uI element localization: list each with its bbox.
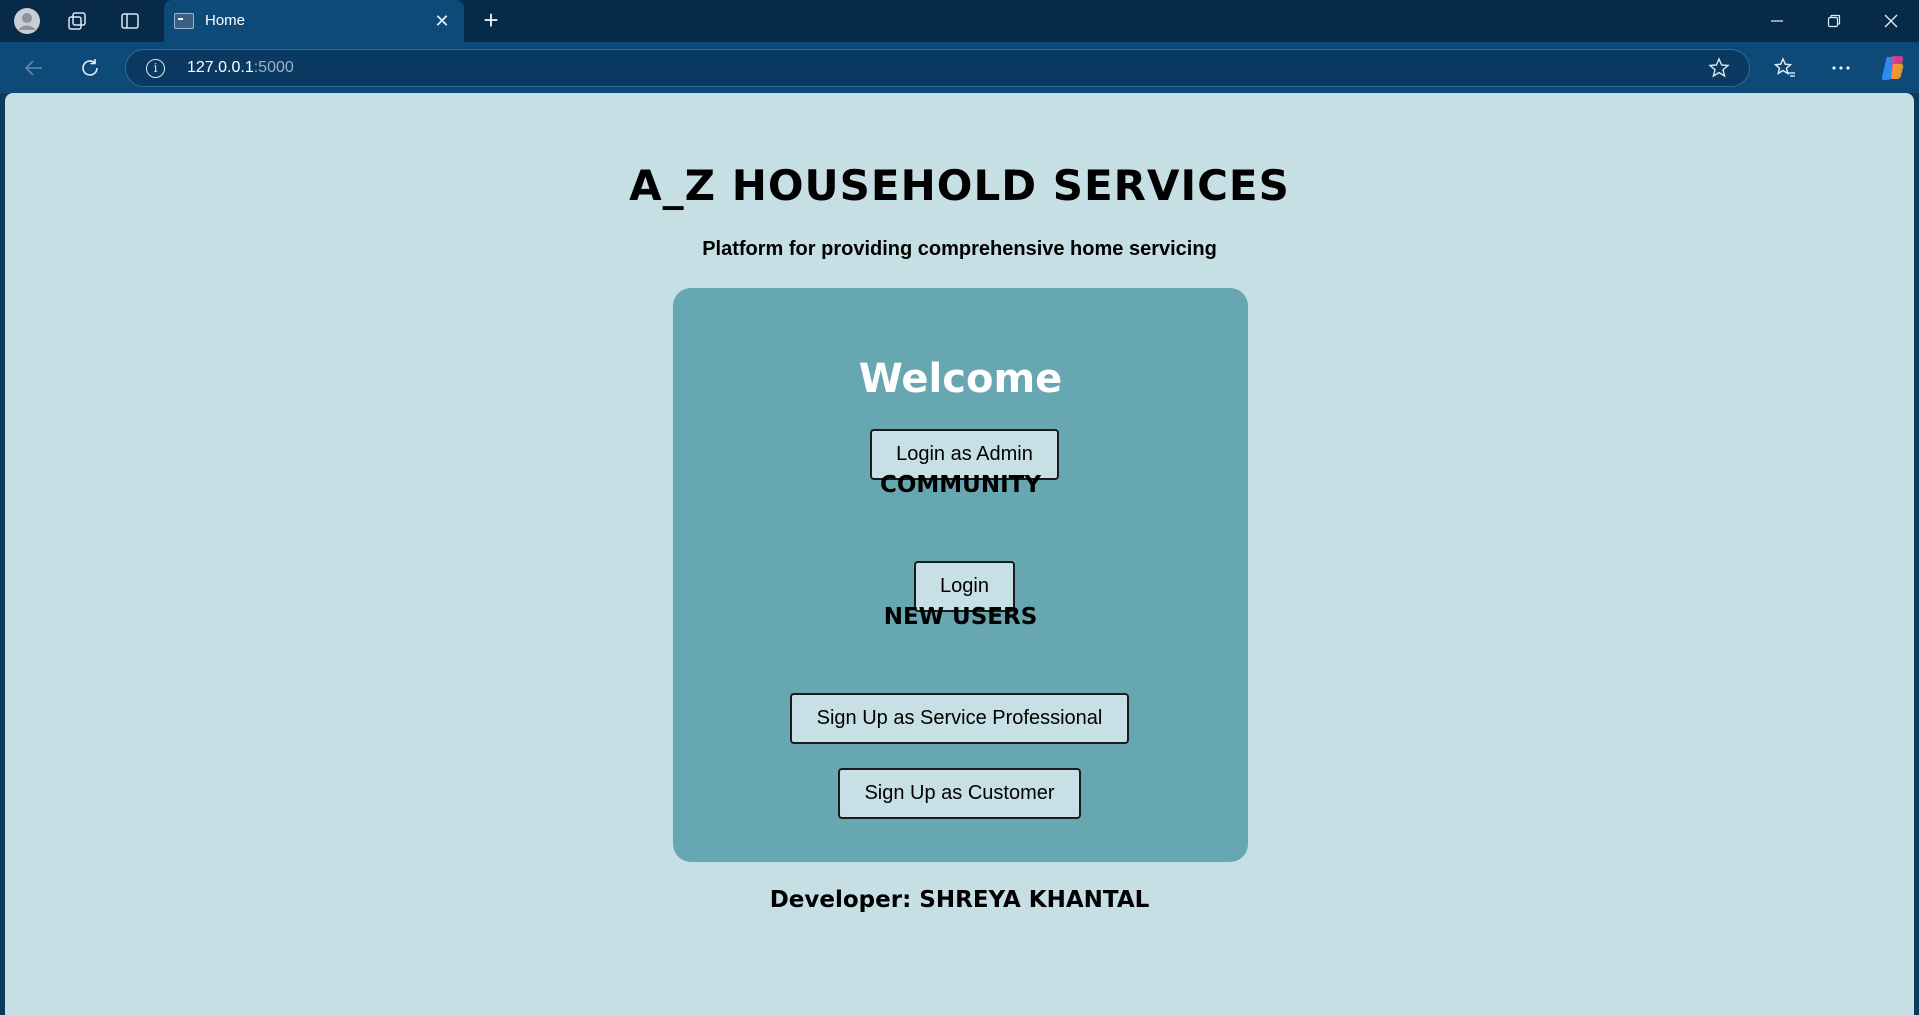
more-icon[interactable] xyxy=(1827,54,1855,82)
favorite-star-icon[interactable] xyxy=(1707,56,1731,80)
url-text: 127.0.0.1:5000 xyxy=(187,59,294,77)
tab-home[interactable]: Home ✕ xyxy=(164,0,464,42)
url-host: 127.0.0.1 xyxy=(187,59,254,76)
sign-up-customer-button[interactable]: Sign Up as Customer xyxy=(838,768,1081,819)
window-close-icon[interactable] xyxy=(1876,8,1906,34)
close-icon[interactable]: ✕ xyxy=(432,11,452,31)
address-bar[interactable]: i 127.0.0.1:5000 xyxy=(125,49,1750,87)
profile-icon[interactable] xyxy=(14,8,40,34)
page-favicon-icon xyxy=(174,13,194,29)
tab-bar: Home ✕ + xyxy=(0,0,1919,42)
page-title: A_Z HOUSEHOLD SERVICES xyxy=(629,161,1290,210)
tab-title: Home xyxy=(205,12,246,29)
back-icon[interactable] xyxy=(20,54,48,82)
tab-actions-icon[interactable] xyxy=(117,8,143,34)
minimize-icon[interactable] xyxy=(1762,8,1792,34)
page-viewport: A_Z HOUSEHOLD SERVICES Platform for prov… xyxy=(5,93,1914,1015)
page-subtitle: Platform for providing comprehensive hom… xyxy=(702,238,1217,260)
workspaces-icon[interactable] xyxy=(64,8,90,34)
community-heading: COMMUNITY xyxy=(879,472,1042,498)
restore-icon[interactable] xyxy=(1819,8,1849,34)
new-tab-icon[interactable]: + xyxy=(478,7,504,34)
refresh-icon[interactable] xyxy=(76,54,104,82)
favorites-icon[interactable] xyxy=(1771,54,1799,82)
copilot-icon[interactable] xyxy=(1879,54,1907,82)
new-users-heading: NEW USERS xyxy=(883,604,1038,630)
sign-up-service-professional-button[interactable]: Sign Up as Service Professional xyxy=(790,693,1129,744)
welcome-card: Welcome Login as Admin COMMUNITY Login N… xyxy=(673,288,1248,862)
info-icon[interactable]: i xyxy=(146,59,165,78)
browser-toolbar: i 127.0.0.1:5000 xyxy=(0,42,1919,93)
developer-credit: Developer: SHREYA KHANTAL xyxy=(769,887,1150,913)
url-port: :5000 xyxy=(253,59,294,76)
welcome-heading: Welcome xyxy=(858,356,1063,402)
